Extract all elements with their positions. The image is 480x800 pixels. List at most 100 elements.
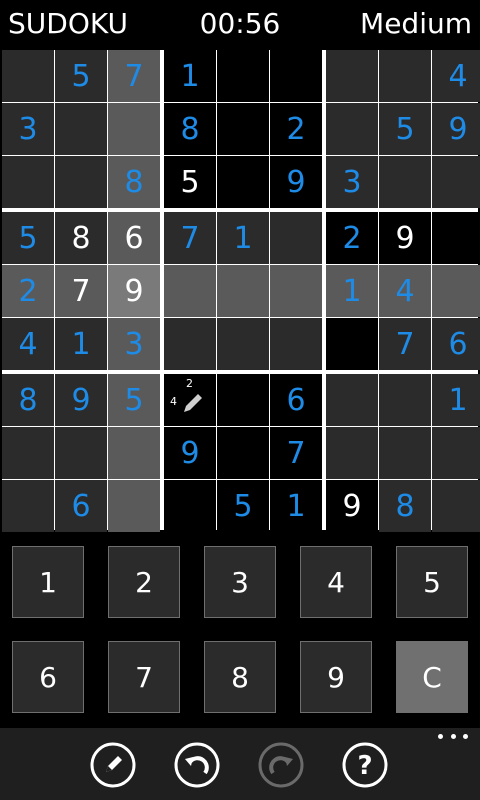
board-cell[interactable]: 3	[108, 318, 160, 370]
board-cell[interactable]	[2, 156, 54, 208]
board-cell[interactable]	[217, 427, 269, 479]
board-cell[interactable]	[379, 50, 431, 102]
board-cell[interactable]: 1	[217, 212, 269, 264]
board-cell[interactable]: 7	[379, 318, 431, 370]
board-cell[interactable]: 6	[55, 480, 107, 532]
cell-digit: 7	[124, 58, 144, 94]
board-cell[interactable]	[108, 427, 160, 479]
board-cell[interactable]	[432, 156, 480, 208]
board-cell[interactable]: 8	[164, 103, 216, 155]
board-cell[interactable]	[432, 480, 480, 532]
board-cell[interactable]: 42	[164, 374, 216, 426]
board-cell[interactable]	[432, 212, 480, 264]
number-key[interactable]: 3	[204, 546, 276, 618]
pencil-button[interactable]	[90, 742, 136, 788]
board-cell[interactable]	[217, 374, 269, 426]
board-cell[interactable]: 5	[108, 374, 160, 426]
board-cell[interactable]: 9	[270, 156, 322, 208]
board-cell[interactable]	[326, 50, 378, 102]
cell-digit: 3	[124, 326, 144, 362]
board-cell[interactable]	[270, 212, 322, 264]
number-key[interactable]: 4	[300, 546, 372, 618]
board-cell[interactable]: 1	[326, 265, 378, 317]
board-cell[interactable]: 2	[270, 103, 322, 155]
board-cell[interactable]	[2, 427, 54, 479]
board-cell[interactable]: 8	[108, 156, 160, 208]
board-cell[interactable]: 8	[379, 480, 431, 532]
redo-button[interactable]	[258, 742, 304, 788]
board-cell[interactable]: 3	[326, 156, 378, 208]
board-cell[interactable]	[55, 427, 107, 479]
help-button[interactable]: ?	[342, 742, 388, 788]
board-cell[interactable]: 7	[55, 265, 107, 317]
number-key[interactable]: 7	[108, 641, 180, 713]
board-cell[interactable]: 4	[2, 318, 54, 370]
board-cell[interactable]	[164, 265, 216, 317]
board-cell[interactable]: 1	[164, 50, 216, 102]
board-cell[interactable]	[55, 103, 107, 155]
board-cell[interactable]: 9	[55, 374, 107, 426]
number-key[interactable]: 1	[12, 546, 84, 618]
board-cell[interactable]: 5	[379, 103, 431, 155]
board-cell[interactable]	[270, 50, 322, 102]
board-cell[interactable]: 6	[270, 374, 322, 426]
board-cell[interactable]: 9	[326, 480, 378, 532]
undo-button[interactable]	[174, 742, 220, 788]
number-key[interactable]: 2	[108, 546, 180, 618]
board-cell[interactable]	[217, 50, 269, 102]
number-key[interactable]: 6	[12, 641, 84, 713]
board-cell[interactable]	[217, 103, 269, 155]
board-cell[interactable]	[379, 374, 431, 426]
board-cell[interactable]	[326, 427, 378, 479]
board-cell[interactable]: 7	[108, 50, 160, 102]
board-cell[interactable]: 9	[379, 212, 431, 264]
board-cell[interactable]: 5	[217, 480, 269, 532]
board-cell[interactable]	[326, 318, 378, 370]
board-cell[interactable]: 8	[2, 374, 54, 426]
board-cell[interactable]: 5	[164, 156, 216, 208]
board-cell[interactable]	[326, 374, 378, 426]
number-key[interactable]: 8	[204, 641, 276, 713]
board-cell[interactable]	[2, 480, 54, 532]
board-cell[interactable]: 7	[270, 427, 322, 479]
board-cell[interactable]	[55, 156, 107, 208]
board-cell[interactable]: 6	[432, 318, 480, 370]
board-cell[interactable]	[2, 50, 54, 102]
cell-digit: 1	[233, 220, 253, 256]
board-cell[interactable]	[217, 156, 269, 208]
board-cell[interactable]: 2	[2, 265, 54, 317]
board-cell[interactable]: 5	[2, 212, 54, 264]
board-cell[interactable]: 5	[55, 50, 107, 102]
board-cell[interactable]	[270, 265, 322, 317]
board-cell[interactable]: 8	[55, 212, 107, 264]
board-cell[interactable]: 4	[379, 265, 431, 317]
more-options-icon[interactable]	[438, 734, 468, 744]
board-cell[interactable]: 1	[55, 318, 107, 370]
board-cell[interactable]: 1	[432, 374, 480, 426]
board-cell[interactable]	[108, 103, 160, 155]
board-cell[interactable]: 7	[164, 212, 216, 264]
board-cell[interactable]: 9	[108, 265, 160, 317]
board-cell[interactable]	[379, 156, 431, 208]
board-cell[interactable]	[270, 318, 322, 370]
board-cell[interactable]	[432, 427, 480, 479]
board-cell[interactable]: 4	[432, 50, 480, 102]
number-key[interactable]: 5	[396, 546, 468, 618]
board-cell[interactable]: 1	[270, 480, 322, 532]
board-cell[interactable]: 9	[432, 103, 480, 155]
board-cell[interactable]	[379, 427, 431, 479]
board-cell[interactable]	[432, 265, 480, 317]
board-cell[interactable]	[108, 480, 160, 532]
board-cell[interactable]	[164, 480, 216, 532]
board-cell[interactable]: 2	[326, 212, 378, 264]
clear-key[interactable]: C	[396, 641, 468, 713]
number-key[interactable]: 9	[300, 641, 372, 713]
board-cell[interactable]: 3	[2, 103, 54, 155]
board-cell[interactable]	[217, 318, 269, 370]
board-cell[interactable]	[164, 318, 216, 370]
board-cell[interactable]	[217, 265, 269, 317]
board-cell[interactable]: 9	[164, 427, 216, 479]
board-cell[interactable]: 6	[108, 212, 160, 264]
header: SUDOKU 00:56 Medium	[0, 0, 480, 48]
board-cell[interactable]	[326, 103, 378, 155]
